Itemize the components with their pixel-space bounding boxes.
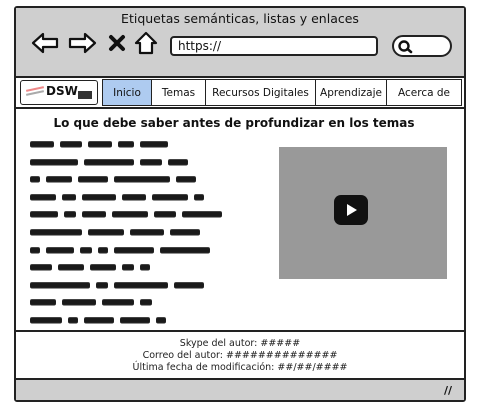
back-arrow-icon[interactable] xyxy=(30,30,60,56)
placeholder-line xyxy=(30,193,260,202)
tab-acerca-de[interactable]: Acerca de xyxy=(386,79,462,106)
play-triangle xyxy=(347,204,357,216)
placeholder-text-block xyxy=(30,140,260,334)
placeholder-line xyxy=(30,228,260,237)
search-box[interactable] xyxy=(392,35,452,57)
placeholder-line xyxy=(30,158,260,167)
home-icon[interactable] xyxy=(132,30,160,56)
resize-grip-icon[interactable]: // xyxy=(444,384,452,397)
tab-inicio[interactable]: Inicio xyxy=(102,79,152,106)
forward-arrow-icon[interactable] xyxy=(66,30,98,56)
nav-tabs: Inicio Temas Recursos Digitales Aprendiz… xyxy=(102,79,464,106)
logo-bar xyxy=(78,91,92,99)
placeholder-line xyxy=(30,246,260,255)
placeholder-line xyxy=(30,210,260,219)
footer-modified: Última fecha de modificación: ##/##/#### xyxy=(132,362,348,373)
placeholder-line xyxy=(30,281,260,290)
footer-divider xyxy=(14,330,466,332)
search-icon xyxy=(398,40,413,54)
placeholder-line xyxy=(30,175,260,184)
status-bar xyxy=(16,378,464,400)
placeholder-line xyxy=(30,140,260,149)
placeholder-line xyxy=(30,316,260,325)
tab-aprendizaje[interactable]: Aprendizaje xyxy=(314,79,388,106)
placeholder-line xyxy=(30,263,260,272)
footer-skype: Skype del autor: ##### xyxy=(179,338,301,349)
close-x-icon[interactable] xyxy=(106,30,128,56)
placeholder-line xyxy=(30,298,260,307)
logo-text: DSW xyxy=(46,84,78,98)
window-title: Etiquetas semánticas, listas y enlaces xyxy=(121,11,359,26)
page-heading: Lo que debe saber antes de profundizar e… xyxy=(53,116,415,130)
tab-temas[interactable]: Temas xyxy=(150,79,207,106)
footer-email: Correo del autor: ############## xyxy=(142,350,338,361)
tab-recursos-digitales[interactable]: Recursos Digitales xyxy=(205,79,316,106)
url-input[interactable]: https:// xyxy=(170,36,378,56)
